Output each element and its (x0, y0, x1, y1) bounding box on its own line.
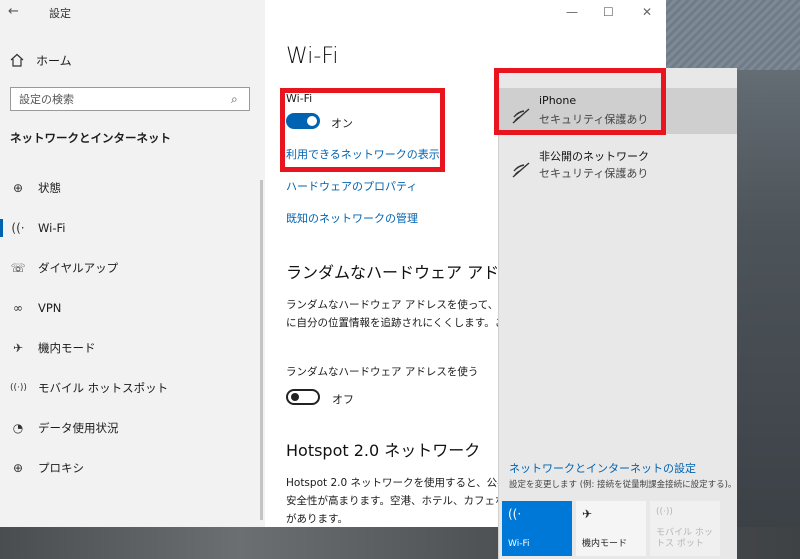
quick-action-wifi[interactable]: ((· Wi-Fi (502, 501, 572, 556)
hotspot-icon: ((·)) (656, 507, 673, 517)
sidebar-item-label: VPN (38, 301, 62, 315)
page-title: Wi-Fi (286, 44, 339, 69)
hotspot-heading: Hotspot 2.0 ネットワーク (286, 441, 481, 460)
sidebar-item-label: Wi-Fi (38, 221, 66, 235)
nav-list: ⊕ 状態 ((· Wi-Fi ☏ ダイヤルアップ ∞ VPN ✈ 機内モード (… (0, 168, 265, 488)
sidebar-item-vpn[interactable]: ∞ VPN (0, 288, 265, 328)
sidebar: ← 設定 ホーム ⌕ ネットワークとインターネット ⊕ 状態 ((· Wi-Fi… (0, 0, 265, 527)
network-name: 非公開のネットワーク (539, 150, 649, 163)
sidebar-item-dialup[interactable]: ☏ ダイヤルアップ (0, 248, 265, 288)
search-box[interactable]: ⌕ (10, 87, 250, 111)
toggle-knob (291, 393, 299, 401)
home-label: ホーム (36, 53, 72, 68)
home-icon (10, 53, 24, 67)
quick-action-mobile-hotspot[interactable]: ((·)) モバイル ホットス ポット (650, 501, 720, 556)
wifi-icon: ((· (11, 221, 25, 235)
sidebar-item-label: プロキシ (38, 461, 84, 475)
sidebar-item-proxy[interactable]: ⊕ プロキシ (0, 448, 265, 488)
network-item-hidden[interactable]: 非公開のネットワーク セキュリティ保護あり (499, 142, 737, 188)
dialup-icon: ☏ (10, 261, 26, 275)
sidebar-item-label: データ使用状況 (38, 421, 119, 435)
network-flyout: iPhone セキュリティ保護あり 非公開のネットワーク セキュリティ保護あり … (499, 68, 737, 559)
hardware-properties-link[interactable]: ハードウェアのプロパティ (286, 178, 417, 194)
section-heading: ネットワークとインターネット (10, 131, 171, 145)
network-settings-link[interactable]: ネットワークとインターネットの設定 (509, 460, 696, 476)
window-title: 設定 (49, 7, 71, 20)
search-icon[interactable]: ⌕ (231, 92, 249, 107)
network-security: セキュリティ保護あり (539, 167, 649, 180)
sidebar-item-mobile-hotspot[interactable]: ((·)) モバイル ホットスポット (0, 368, 265, 408)
wifi-signal-icon (512, 162, 530, 178)
sidebar-item-wifi[interactable]: ((· Wi-Fi (0, 208, 265, 248)
wifi-icon: ((· (508, 507, 522, 521)
data-usage-icon: ◔ (12, 421, 24, 435)
random-hw-address-heading: ランダムなハードウェア アドレス (286, 263, 532, 282)
sidebar-item-label: 状態 (38, 181, 61, 195)
quick-action-airplane-mode[interactable]: ✈ 機内モード (576, 501, 646, 556)
quick-action-label: モバイル ホットス ポット (656, 528, 713, 549)
sidebar-item-label: ダイヤルアップ (38, 261, 119, 275)
sidebar-item-status[interactable]: ⊕ 状態 (0, 168, 265, 208)
manage-known-networks-link[interactable]: 既知のネットワークの管理 (286, 210, 418, 226)
sidebar-item-airplane-mode[interactable]: ✈ 機内モード (0, 328, 265, 368)
minimize-button[interactable]: — (566, 5, 578, 19)
quick-action-label: 機内モード (582, 539, 628, 549)
random-hw-toggle[interactable] (286, 389, 320, 405)
random-hw-toggle-state: オフ (332, 393, 354, 406)
sidebar-item-label: 機内モード (38, 341, 96, 355)
sidebar-item-home[interactable]: ホーム (10, 50, 72, 70)
close-button[interactable]: ✕ (642, 5, 652, 19)
network-settings-description: 設定を変更します (例: 接続を従量制課金接続に設定する)。 (509, 480, 737, 490)
vpn-icon: ∞ (13, 301, 23, 315)
highlight-callout-wifi (280, 88, 445, 172)
globe-status-icon: ⊕ (12, 181, 24, 195)
highlight-callout-iphone (494, 68, 666, 135)
proxy-icon: ⊕ (12, 461, 24, 475)
back-arrow-icon[interactable]: ← (8, 4, 19, 19)
airplane-icon: ✈ (12, 341, 24, 355)
desktop-background-top-right (665, 0, 800, 70)
search-input[interactable] (11, 89, 231, 109)
airplane-icon: ✈ (582, 507, 593, 521)
sidebar-scrollbar[interactable] (260, 180, 263, 520)
sidebar-item-data-usage[interactable]: ◔ データ使用状況 (0, 408, 265, 448)
hotspot-icon: ((·)) (10, 383, 27, 393)
quick-action-label: Wi-Fi (508, 539, 530, 549)
maximize-button[interactable]: ☐ (603, 5, 614, 19)
sidebar-item-label: モバイル ホットスポット (38, 381, 169, 395)
